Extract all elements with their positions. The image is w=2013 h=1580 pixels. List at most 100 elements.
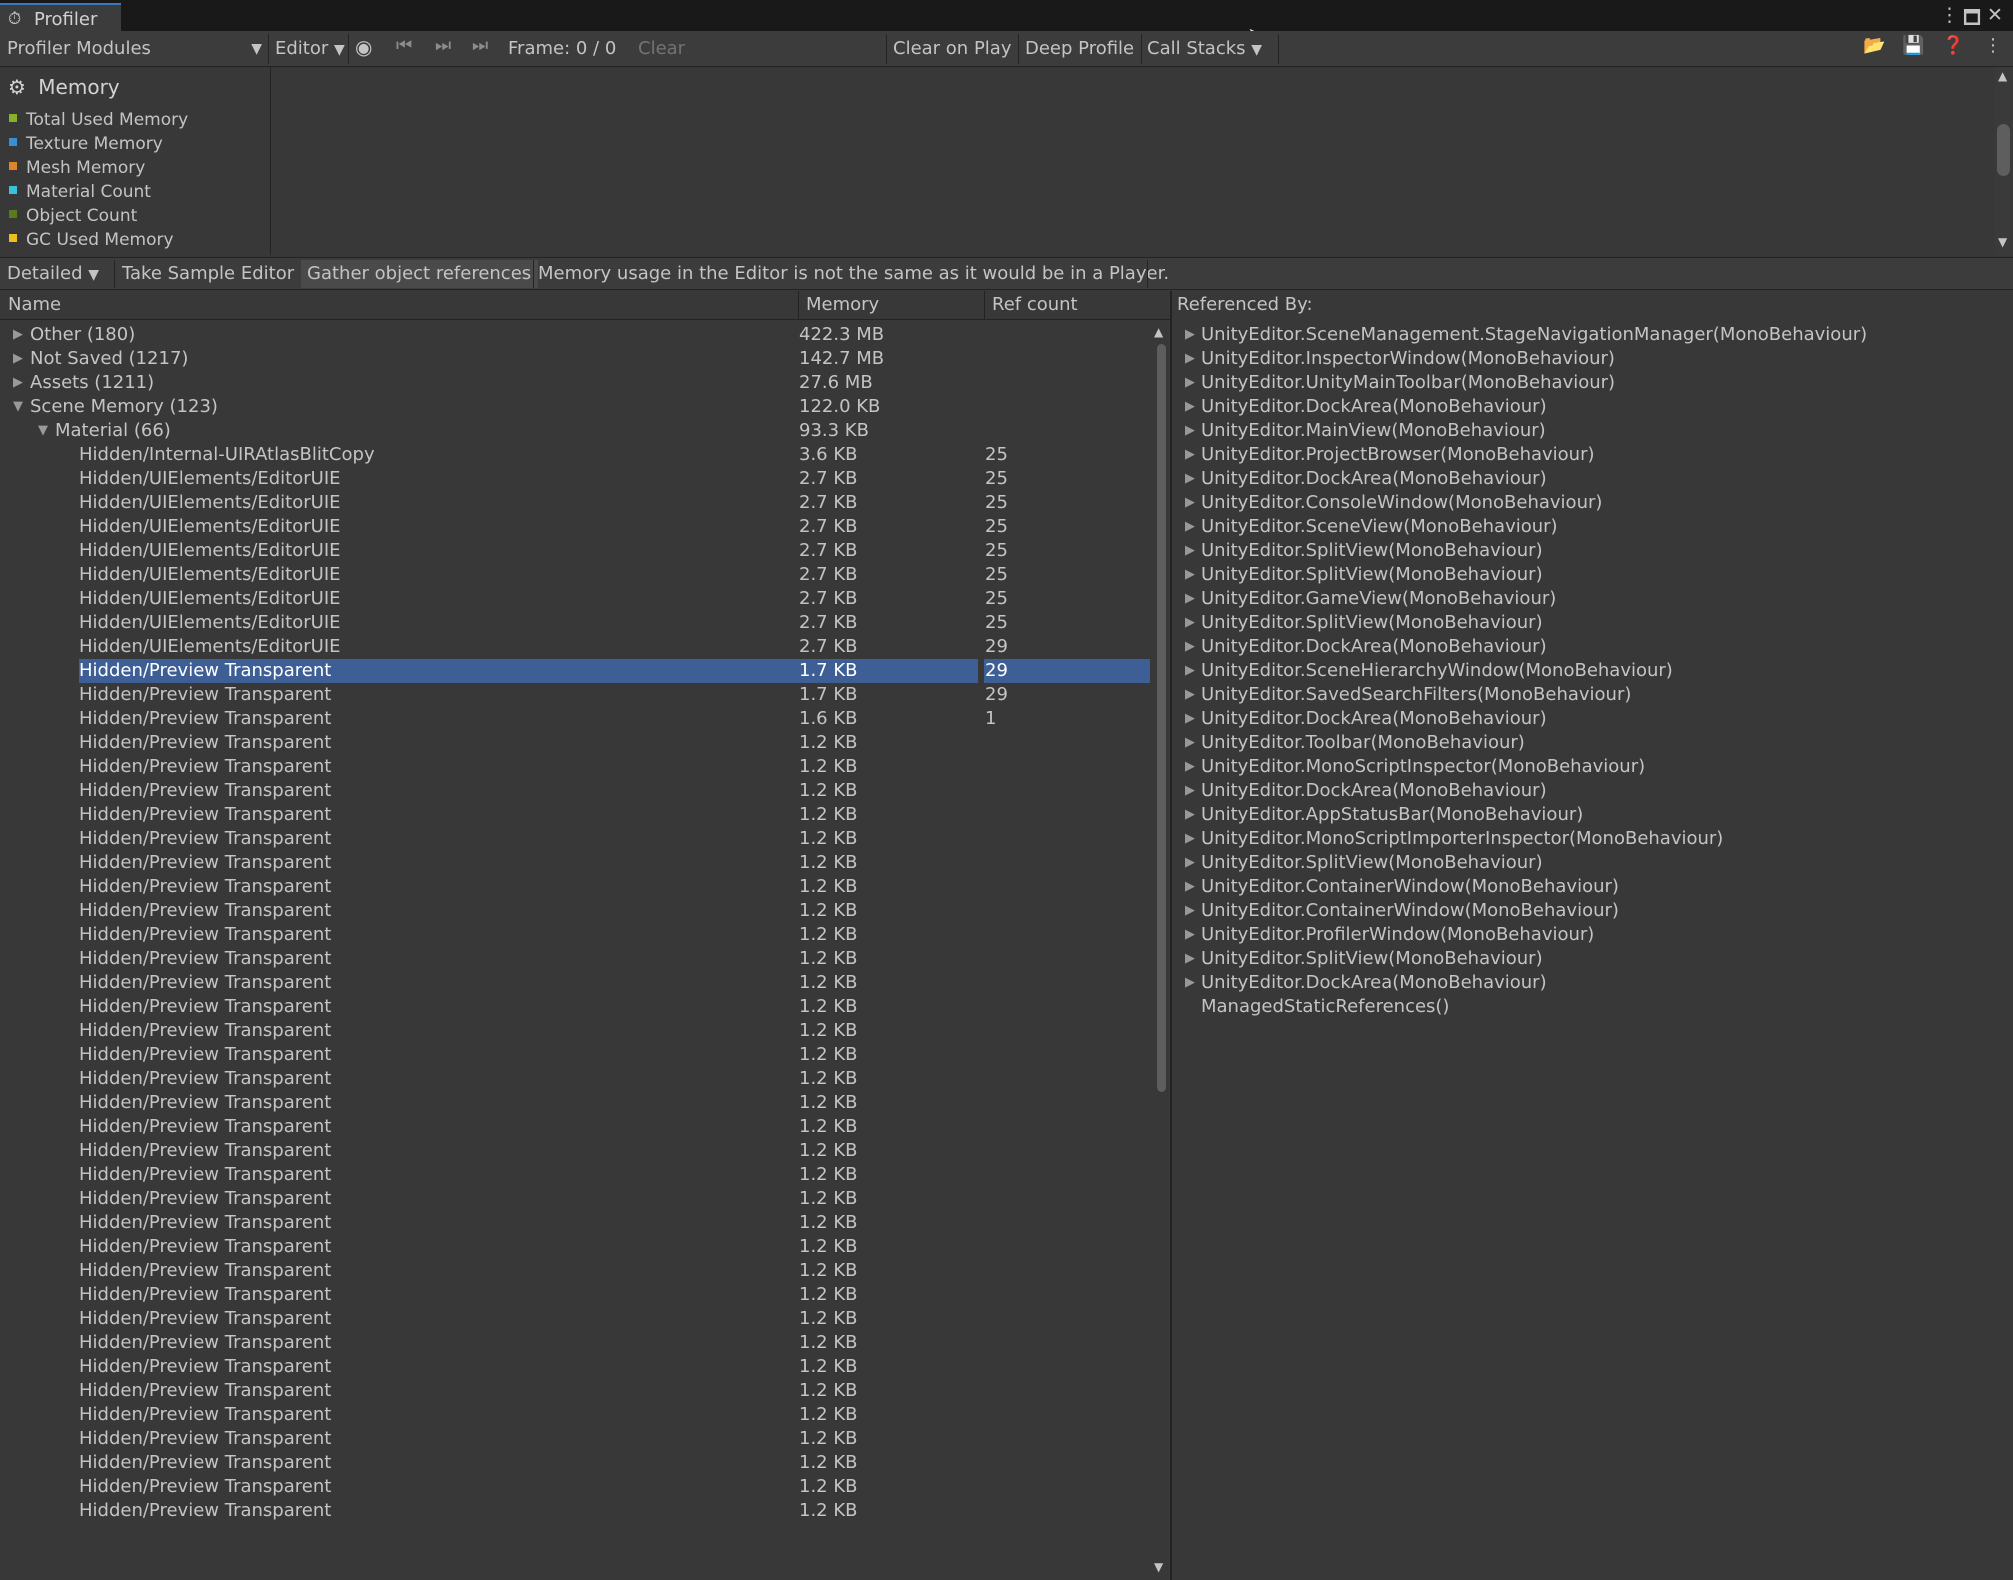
expand-right-icon[interactable]: ▶ <box>1185 443 1195 467</box>
expand-right-icon[interactable]: ▶ <box>1185 491 1195 515</box>
expand-right-icon[interactable]: ▶ <box>1185 515 1195 539</box>
table-row[interactable]: Hidden/Preview Transparent 1.7 KB 29 <box>0 659 1150 683</box>
table-row[interactable]: Hidden/Preview Transparent 1.2 KB <box>0 1091 1150 1115</box>
table-row[interactable]: Hidden/Preview Transparent 1.2 KB <box>0 731 1150 755</box>
table-row[interactable]: Hidden/Preview Transparent 1.2 KB <box>0 1235 1150 1259</box>
close-icon[interactable]: ✕ <box>1987 4 2003 26</box>
scroll-up-icon[interactable]: ▲ <box>1154 325 1163 339</box>
table-row[interactable]: Hidden/Preview Transparent 1.2 KB <box>0 1403 1150 1427</box>
expand-right-icon[interactable]: ▶ <box>1185 947 1195 971</box>
take-sample-button[interactable]: Take Sample Editor <box>122 260 294 288</box>
table-row[interactable]: Hidden/Preview Transparent 1.2 KB <box>0 1139 1150 1163</box>
expand-right-icon[interactable]: ▶ <box>1185 635 1195 659</box>
table-row[interactable]: Hidden/Preview Transparent 1.2 KB <box>0 1259 1150 1283</box>
clear-button[interactable]: Clear <box>638 34 685 64</box>
expand-right-icon[interactable]: ▶ <box>1185 371 1195 395</box>
table-row[interactable]: Hidden/Preview Transparent 1.2 KB <box>0 1211 1150 1235</box>
table-row[interactable]: Hidden/UIElements/EditorUIE 2.7 KB 25 <box>0 587 1150 611</box>
target-dropdown[interactable]: Editor ▼ <box>275 34 345 64</box>
table-row[interactable]: Hidden/Preview Transparent 1.2 KB <box>0 947 1150 971</box>
table-row[interactable]: ▼ Material (66) 93.3 KB <box>0 419 1150 443</box>
expand-right-icon[interactable]: ▶ <box>1185 563 1195 587</box>
table-row[interactable]: Hidden/Preview Transparent 1.2 KB <box>0 851 1150 875</box>
column-name-header[interactable]: Name <box>8 294 61 315</box>
expand-right-icon[interactable]: ▶ <box>1185 347 1195 371</box>
help-icon[interactable]: ❓ <box>1942 35 1964 56</box>
legend-item[interactable]: Mesh Memory <box>9 158 145 178</box>
scroll-down-icon[interactable]: ▼ <box>1998 235 2007 249</box>
memory-graph[interactable] <box>271 67 1995 255</box>
expand-down-icon[interactable]: ▼ <box>13 395 23 419</box>
expand-right-icon[interactable]: ▶ <box>1185 923 1195 947</box>
expand-right-icon[interactable]: ▶ <box>1185 419 1195 443</box>
table-row[interactable]: ▶ Other (180) 422.3 MB <box>0 323 1150 347</box>
expand-right-icon[interactable]: ▶ <box>1185 467 1195 491</box>
expand-right-icon[interactable]: ▶ <box>1185 323 1195 347</box>
expand-right-icon[interactable]: ▶ <box>1185 611 1195 635</box>
table-row[interactable]: Hidden/UIElements/EditorUIE 2.7 KB 25 <box>0 563 1150 587</box>
profiler-modules-dropdown[interactable]: Profiler Modules ▼ <box>7 34 262 64</box>
save-icon[interactable]: 💾 <box>1902 35 1924 56</box>
call-stacks-dropdown[interactable]: Call Stacks ▼ <box>1147 34 1262 64</box>
column-ref-count-header[interactable]: Ref count <box>992 294 1078 315</box>
expand-right-icon[interactable]: ▶ <box>1185 659 1195 683</box>
more-options-icon[interactable]: ⋮ <box>1940 4 1959 26</box>
table-row[interactable]: Hidden/Preview Transparent 1.2 KB <box>0 1475 1150 1499</box>
table-row[interactable]: Hidden/Preview Transparent 1.2 KB <box>0 827 1150 851</box>
column-memory-header[interactable]: Memory <box>806 294 879 315</box>
memory-module-header[interactable]: ⚙ Memory <box>8 75 120 99</box>
table-row[interactable]: Hidden/Internal-UIRAtlasBlitCopy 3.6 KB 25 <box>0 443 1150 467</box>
legend-item[interactable]: Total Used Memory <box>9 110 188 130</box>
table-row[interactable]: Hidden/Preview Transparent 1.2 KB <box>0 1187 1150 1211</box>
previous-frame-icon[interactable]: ⏮ <box>396 35 412 56</box>
legend-item[interactable]: GC Used Memory <box>9 230 174 250</box>
table-row[interactable]: Hidden/Preview Transparent 1.2 KB <box>0 1355 1150 1379</box>
table-row[interactable]: Hidden/Preview Transparent 1.7 KB 29 <box>0 683 1150 707</box>
expand-right-icon[interactable]: ▶ <box>13 347 23 371</box>
memory-tree-scrollbar-thumb[interactable] <box>1157 344 1166 1092</box>
table-row[interactable]: Hidden/Preview Transparent 1.2 KB <box>0 1019 1150 1043</box>
deep-profile-button[interactable]: Deep Profile <box>1025 34 1134 64</box>
expand-right-icon[interactable]: ▶ <box>1185 707 1195 731</box>
expand-right-icon[interactable]: ▶ <box>1185 803 1195 827</box>
table-row[interactable]: Hidden/Preview Transparent 1.2 KB <box>0 755 1150 779</box>
table-row[interactable]: Hidden/Preview Transparent 1.2 KB <box>0 995 1150 1019</box>
table-row[interactable]: Hidden/UIElements/EditorUIE 2.7 KB 25 <box>0 611 1150 635</box>
table-row[interactable]: Hidden/UIElements/EditorUIE 2.7 KB 25 <box>0 515 1150 539</box>
table-row[interactable]: ▶ Assets (1211) 27.6 MB <box>0 371 1150 395</box>
clear-on-play-button[interactable]: Clear on Play <box>893 34 1011 64</box>
expand-right-icon[interactable]: ▶ <box>1185 779 1195 803</box>
expand-right-icon[interactable]: ▶ <box>1185 899 1195 923</box>
table-row[interactable]: Hidden/Preview Transparent 1.2 KB <box>0 1379 1150 1403</box>
expand-right-icon[interactable]: ▶ <box>13 371 23 395</box>
table-row[interactable]: Hidden/Preview Transparent 1.2 KB <box>0 779 1150 803</box>
table-row[interactable]: Hidden/UIElements/EditorUIE 2.7 KB 25 <box>0 467 1150 491</box>
expand-right-icon[interactable]: ▶ <box>1185 587 1195 611</box>
expand-right-icon[interactable]: ▶ <box>1185 731 1195 755</box>
expand-right-icon[interactable]: ▶ <box>1185 683 1195 707</box>
profiler-tab[interactable]: ⏱ Profiler <box>0 3 121 31</box>
expand-right-icon[interactable]: ▶ <box>1185 827 1195 851</box>
table-row[interactable]: Hidden/Preview Transparent 1.2 KB <box>0 1451 1150 1475</box>
table-row[interactable]: Hidden/Preview Transparent 1.2 KB <box>0 1067 1150 1091</box>
table-row[interactable]: Hidden/Preview Transparent 1.2 KB <box>0 1043 1150 1067</box>
table-row[interactable]: Hidden/Preview Transparent 1.2 KB <box>0 1283 1150 1307</box>
table-row[interactable]: Hidden/Preview Transparent 1.2 KB <box>0 1163 1150 1187</box>
table-row[interactable]: Hidden/Preview Transparent 1.2 KB <box>0 1115 1150 1139</box>
load-icon[interactable]: 📂 <box>1863 35 1885 56</box>
record-icon[interactable]: ◉ <box>355 35 372 59</box>
table-row[interactable]: Hidden/Preview Transparent 1.2 KB <box>0 1427 1150 1451</box>
current-frame-icon[interactable]: ⏭ <box>472 35 488 56</box>
legend-item[interactable]: Texture Memory <box>9 134 163 154</box>
table-row[interactable]: Hidden/Preview Transparent 1.2 KB <box>0 923 1150 947</box>
table-row[interactable]: Hidden/Preview Transparent 1.2 KB <box>0 1499 1150 1523</box>
next-frame-icon[interactable]: ⏭ <box>435 35 451 56</box>
table-row[interactable]: Hidden/Preview Transparent 1.2 KB <box>0 1307 1150 1331</box>
scroll-up-icon[interactable]: ▲ <box>1998 69 2007 83</box>
menu-icon[interactable]: ⋮ <box>1984 35 2002 56</box>
table-row[interactable]: ▶ Not Saved (1217) 142.7 MB <box>0 347 1150 371</box>
expand-down-icon[interactable]: ▼ <box>38 419 48 443</box>
legend-item[interactable]: Material Count <box>9 182 151 202</box>
gather-object-references-toggle[interactable]: Gather object references <box>301 260 538 288</box>
expand-right-icon[interactable]: ▶ <box>1185 395 1195 419</box>
